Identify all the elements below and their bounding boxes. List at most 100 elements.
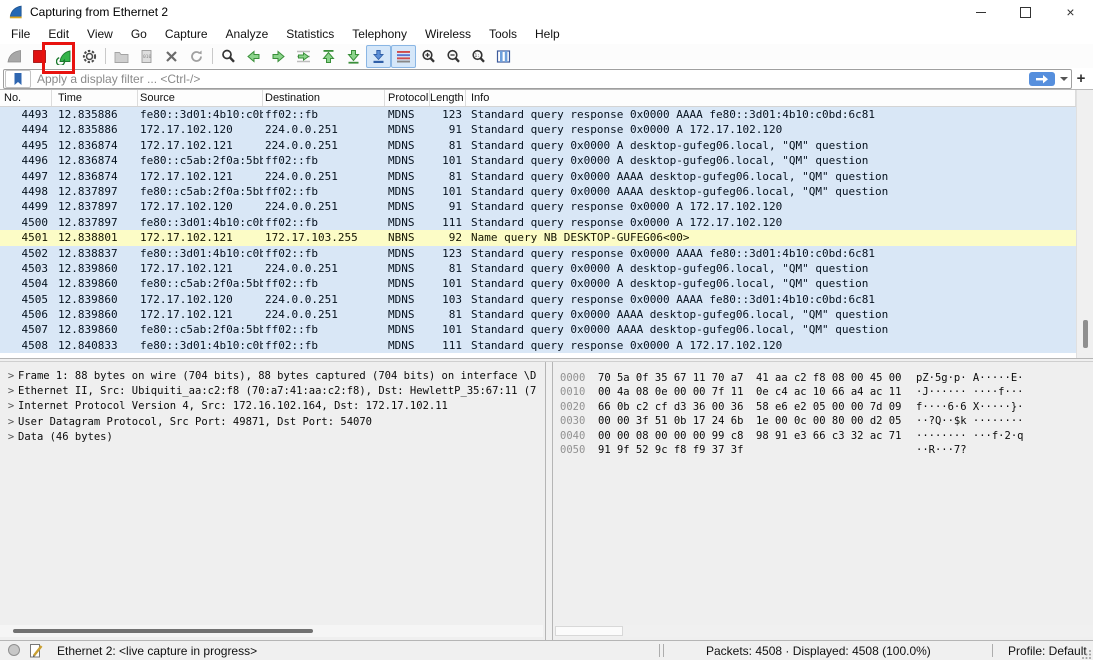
- go-forward-button[interactable]: [266, 45, 291, 68]
- menu-go[interactable]: Go: [122, 25, 156, 43]
- packet-list-vertical-scrollbar[interactable]: [1076, 90, 1093, 358]
- scrollbar-thumb[interactable]: [1083, 320, 1088, 348]
- display-filter-input[interactable]: [31, 72, 1029, 86]
- hex-offset: 0050: [553, 443, 590, 457]
- hex-row[interactable]: 003000 00 3f 51 0b 17 24 6b 1e 00 0c 00 …: [553, 414, 1093, 428]
- zoom-in-button[interactable]: [416, 45, 441, 68]
- capture-options-button[interactable]: [77, 45, 102, 68]
- packet-row[interactable]: 450812.840833fe80::3d01:4b10:c0b…ff02::f…: [0, 338, 1076, 353]
- bytes-horizontal-scrollbar[interactable]: [553, 625, 1093, 637]
- profile-text[interactable]: Profile: Default: [1008, 644, 1087, 658]
- packet-row[interactable]: 450512.839860172.17.102.120224.0.0.251MD…: [0, 292, 1076, 307]
- colorize-toggle[interactable]: [391, 45, 416, 68]
- expert-info-icon[interactable]: [8, 644, 20, 656]
- go-last-button[interactable]: [341, 45, 366, 68]
- auto-scroll-toggle[interactable]: [366, 45, 391, 68]
- hex-row[interactable]: 005091 9f 52 9c f8 f9 37 3f··R···7?: [553, 443, 1093, 457]
- resize-grip[interactable]: [1082, 649, 1092, 659]
- chevron-right-icon[interactable]: >: [4, 415, 18, 430]
- close-file-icon: [163, 48, 180, 65]
- packet-row[interactable]: 450412.839860fe80::c5ab:2f0a:5bb…ff02::f…: [0, 276, 1076, 291]
- toolbar-separator: [212, 48, 213, 64]
- wireshark-app-icon: [8, 4, 24, 20]
- go-back-button[interactable]: [241, 45, 266, 68]
- column-header-info[interactable]: Info: [466, 90, 1076, 106]
- menu-wireless[interactable]: Wireless: [416, 25, 480, 43]
- zoom-reset-button[interactable]: 1:1: [466, 45, 491, 68]
- menu-file[interactable]: File: [2, 25, 39, 43]
- packet-row[interactable]: 450612.839860172.17.102.121224.0.0.251MD…: [0, 307, 1076, 322]
- reload-file-button[interactable]: [184, 45, 209, 68]
- packet-row[interactable]: 450312.839860172.17.102.121224.0.0.251MD…: [0, 261, 1076, 276]
- cell-time: 12.838801: [52, 230, 138, 245]
- packet-row[interactable]: 450212.838837fe80::3d01:4b10:c0b…ff02::f…: [0, 246, 1076, 261]
- hex-row[interactable]: 002066 0b c2 cf d3 36 00 36 58 e6 e2 05 …: [553, 400, 1093, 414]
- column-header-no[interactable]: No.: [0, 90, 52, 106]
- filter-bookmark-button[interactable]: [5, 70, 31, 88]
- column-header-destination[interactable]: Destination: [263, 90, 385, 106]
- restart-capture-button[interactable]: [52, 45, 77, 68]
- column-header-time[interactable]: Time: [52, 90, 138, 106]
- detail-tree-item[interactable]: >Ethernet II, Src: Ubiquiti_aa:c2:f8 (70…: [0, 384, 545, 399]
- packet-row[interactable]: 449512.836874172.17.102.121224.0.0.251MD…: [0, 138, 1076, 153]
- menu-view[interactable]: View: [78, 25, 122, 43]
- capture-comment-icon[interactable]: [28, 643, 44, 659]
- menu-help[interactable]: Help: [526, 25, 569, 43]
- cell-protocol: NBNS: [385, 230, 430, 245]
- apply-filter-button[interactable]: [1029, 72, 1055, 86]
- cell-destination: ff02::fb: [263, 276, 385, 291]
- stop-capture-button[interactable]: [27, 45, 52, 68]
- packet-row[interactable]: 449912.837897172.17.102.120224.0.0.251MD…: [0, 199, 1076, 214]
- packet-row[interactable]: 449312.835886fe80::3d01:4b10:c0b…ff02::f…: [0, 107, 1076, 122]
- cell-source: fe80::c5ab:2f0a:5bb…: [138, 276, 263, 291]
- go-first-button[interactable]: [316, 45, 341, 68]
- detail-tree-item[interactable]: >User Datagram Protocol, Src Port: 49871…: [0, 415, 545, 430]
- maximize-button[interactable]: [1003, 0, 1048, 24]
- menu-analyze[interactable]: Analyze: [217, 25, 278, 43]
- packet-row[interactable]: 450012.837897fe80::3d01:4b10:c0b…ff02::f…: [0, 215, 1076, 230]
- scrollbar-thumb[interactable]: [555, 626, 623, 636]
- chevron-right-icon[interactable]: >: [4, 384, 18, 399]
- find-packet-button[interactable]: [216, 45, 241, 68]
- column-header-protocol[interactable]: Protocol: [385, 90, 430, 106]
- details-horizontal-scrollbar[interactable]: [0, 625, 543, 637]
- zoom-out-button[interactable]: [441, 45, 466, 68]
- add-filter-button[interactable]: +: [1072, 70, 1090, 88]
- hex-row[interactable]: 004000 00 08 00 00 00 99 c8 98 91 e3 66 …: [553, 429, 1093, 443]
- start-capture-button[interactable]: [2, 45, 27, 68]
- resize-columns-button[interactable]: [491, 45, 516, 68]
- cell-source: 172.17.102.121: [138, 138, 263, 153]
- packet-row[interactable]: 450712.839860fe80::c5ab:2f0a:5bb…ff02::f…: [0, 322, 1076, 337]
- hex-row[interactable]: 001000 4a 08 0e 00 00 7f 11 0e c4 ac 10 …: [553, 385, 1093, 399]
- go-to-packet-button[interactable]: [291, 45, 316, 68]
- close-file-button[interactable]: [159, 45, 184, 68]
- hex-row[interactable]: 000070 5a 0f 35 67 11 70 a7 41 aa c2 f8 …: [553, 371, 1093, 385]
- detail-tree-item[interactable]: >Frame 1: 88 bytes on wire (704 bits), 8…: [0, 369, 545, 384]
- packet-rows: 449312.835886fe80::3d01:4b10:c0b…ff02::f…: [0, 107, 1076, 358]
- packet-row[interactable]: 449812.837897fe80::c5ab:2f0a:5bb…ff02::f…: [0, 184, 1076, 199]
- column-header-source[interactable]: Source: [138, 90, 263, 106]
- save-file-button[interactable]: 010: [134, 45, 159, 68]
- filter-dropdown-button[interactable]: [1057, 71, 1071, 87]
- scrollbar-thumb[interactable]: [13, 629, 313, 633]
- packet-row[interactable]: 449712.836874172.17.102.121224.0.0.251MD…: [0, 169, 1076, 184]
- menu-telephony[interactable]: Telephony: [343, 25, 416, 43]
- chevron-right-icon[interactable]: >: [4, 369, 18, 384]
- packet-row[interactable]: 449612.836874fe80::c5ab:2f0a:5bb…ff02::f…: [0, 153, 1076, 168]
- close-button[interactable]: ×: [1048, 0, 1093, 24]
- menu-statistics[interactable]: Statistics: [277, 25, 343, 43]
- menu-tools[interactable]: Tools: [480, 25, 526, 43]
- packet-row[interactable]: 449412.835886172.17.102.120224.0.0.251MD…: [0, 122, 1076, 137]
- menu-edit[interactable]: Edit: [39, 25, 78, 43]
- minimize-button[interactable]: [958, 0, 1003, 24]
- column-header-length[interactable]: Length: [430, 90, 466, 106]
- detail-tree-item[interactable]: >Data (46 bytes): [0, 430, 545, 445]
- chevron-right-icon[interactable]: >: [4, 399, 18, 414]
- detail-tree-item[interactable]: >Internet Protocol Version 4, Src: 172.1…: [0, 399, 545, 414]
- packet-row[interactable]: 450112.838801172.17.102.121172.17.103.25…: [0, 230, 1076, 245]
- open-file-button[interactable]: [109, 45, 134, 68]
- pane-divider[interactable]: [545, 362, 553, 640]
- cell-destination: ff02::fb: [263, 215, 385, 230]
- chevron-right-icon[interactable]: >: [4, 430, 18, 445]
- menu-capture[interactable]: Capture: [156, 25, 217, 43]
